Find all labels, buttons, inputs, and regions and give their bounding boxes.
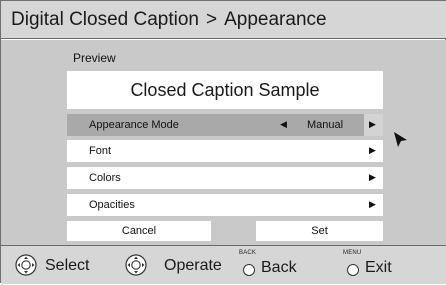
breadcrumb-separator: > bbox=[206, 8, 218, 30]
menu-button-icon bbox=[347, 264, 359, 276]
caption-preview-text: Closed Caption Sample bbox=[130, 79, 320, 100]
page-title: Appearance bbox=[224, 8, 327, 30]
back-key-caption: BACK bbox=[239, 250, 257, 256]
preview-label: Preview bbox=[73, 51, 116, 65]
appearance-mode-value: Manual bbox=[307, 119, 344, 131]
footer-select-label: Select bbox=[45, 257, 90, 274]
caption-appearance-screen: Digital Closed Caption > Appearance Prev… bbox=[0, 0, 446, 284]
menu-item-label: Opacities bbox=[89, 199, 135, 211]
menu-item-colors[interactable]: Colors ▶ bbox=[67, 167, 383, 189]
menu-item-label: Colors bbox=[89, 172, 121, 184]
menu-item-label: Font bbox=[89, 145, 112, 157]
menu-key-caption: MENU bbox=[343, 250, 362, 256]
menu-item-label: Appearance Mode bbox=[89, 119, 179, 131]
footer-select: Select bbox=[1, 246, 121, 285]
footer-operate: Operate bbox=[121, 246, 231, 285]
settings-panel: Preview Closed Caption Sample Appearance… bbox=[1, 40, 446, 245]
footer-back: BACK Back bbox=[237, 246, 337, 285]
breadcrumb-root: Digital Closed Caption bbox=[11, 8, 199, 30]
menu-item-font[interactable]: Font ▶ bbox=[67, 140, 383, 162]
dpad-icon bbox=[15, 254, 37, 276]
footer-exit-label: Exit bbox=[365, 259, 392, 276]
arrow-left-icon[interactable]: ◀ bbox=[280, 119, 287, 130]
dpad-icon bbox=[125, 254, 147, 276]
arrow-right-icon[interactable]: ▶ bbox=[369, 119, 376, 130]
arrow-right-icon: ▶ bbox=[369, 145, 376, 155]
footer-operate-label: Operate bbox=[164, 257, 222, 274]
button-guide-bar: Select Operate BACK Back MENU Exit bbox=[1, 245, 446, 284]
footer-back-label: Back bbox=[261, 259, 297, 276]
menu-item-appearance-mode[interactable]: Appearance Mode ◀ Manual ▶ bbox=[67, 114, 383, 136]
caption-preview: Closed Caption Sample bbox=[67, 71, 383, 109]
arrow-right-icon: ▶ bbox=[369, 172, 376, 182]
arrow-right-icon: ▶ bbox=[369, 199, 376, 209]
title-bar: Digital Closed Caption > Appearance bbox=[1, 1, 446, 39]
pointer-cursor-icon bbox=[394, 132, 407, 147]
menu-item-opacities[interactable]: Opacities ▶ bbox=[67, 194, 383, 216]
footer-exit: MENU Exit bbox=[341, 246, 441, 285]
cancel-button[interactable]: Cancel bbox=[67, 221, 211, 241]
back-button-icon bbox=[243, 264, 255, 276]
set-button[interactable]: Set bbox=[256, 221, 383, 241]
